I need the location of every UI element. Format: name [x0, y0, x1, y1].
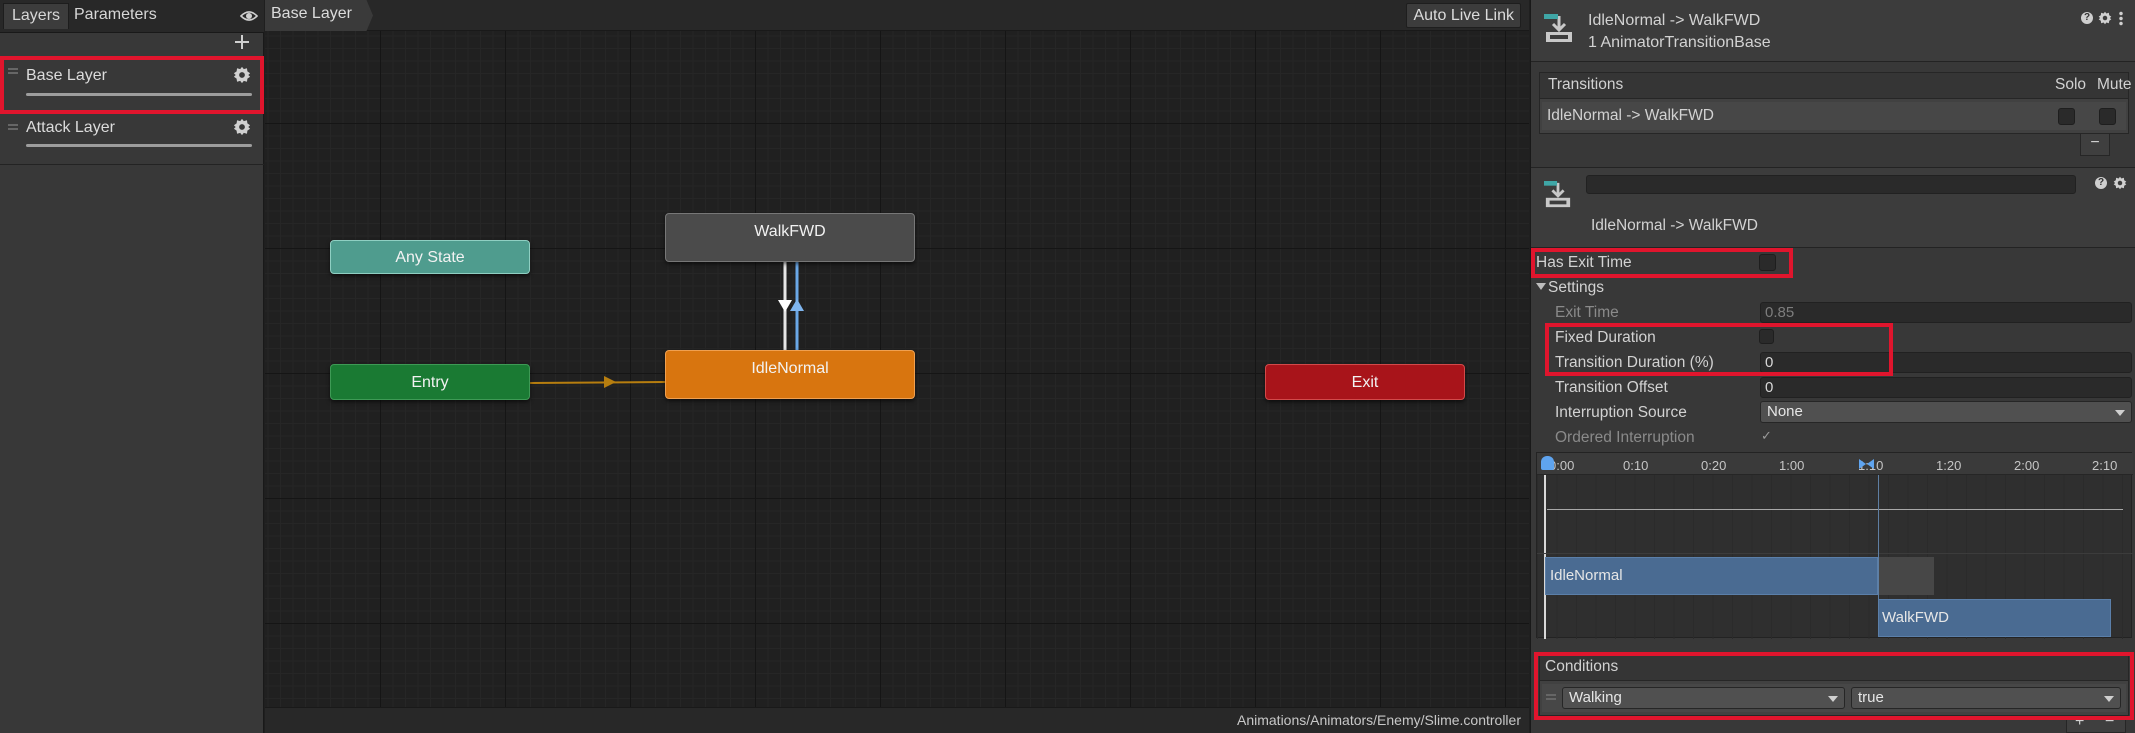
to-state-label: WalkFWD — [1882, 609, 1949, 626]
gear-icon[interactable] — [233, 118, 251, 136]
tab-layers[interactable]: Layers — [3, 3, 70, 29]
exit-time-field[interactable]: 0.85 — [1760, 302, 2132, 323]
timeline-tick: 1:20 — [1936, 458, 1962, 473]
mute-header: Mute — [2097, 76, 2132, 93]
idlenormal-state-node[interactable]: IdleNormal — [665, 350, 915, 399]
inspector-subtitle: 1 AnimatorTransitionBase — [1588, 34, 1771, 51]
timeline-tick: 1:00 — [1779, 458, 1805, 473]
parameter-curve — [1547, 509, 2123, 510]
layer-name: Attack Layer — [26, 119, 115, 136]
interruption-source-dropdown[interactable]: None — [1760, 401, 2132, 423]
mute-checkbox[interactable] — [2099, 108, 2116, 125]
timeline-tick: 0:10 — [1623, 458, 1649, 473]
layers-panel: Layers Parameters Base Layer Attack Laye… — [0, 0, 264, 733]
left-panel-tabbar: Layers Parameters — [0, 0, 264, 33]
transition-name-label: IdleNormal -> WalkFWD — [1591, 217, 1758, 234]
highlight-box — [1545, 323, 1893, 376]
any-state-node[interactable]: Any State — [330, 240, 530, 274]
inspector-title: IdleNormal -> WalkFWD — [1588, 12, 1761, 29]
ordered-interruption-checkmark-icon[interactable]: ✓ — [1761, 428, 1776, 443]
transition-offset-field[interactable]: 0 — [1760, 377, 2132, 398]
asset-path: Animations/Animators/Enemy/Slime.control… — [1237, 712, 1521, 728]
exit-time-label: Exit Time — [1555, 304, 1619, 321]
transition-end-marker-icon[interactable] — [1867, 459, 1874, 469]
from-state-label: IdleNormal — [1550, 567, 1623, 584]
help-icon[interactable]: ? — [2095, 177, 2107, 189]
transitions-list-header: Transitions Solo Mute — [1539, 72, 2132, 98]
timeline-tick: 2:10 — [2092, 458, 2118, 473]
inspector-panel: IdleNormal -> WalkFWD 1 AnimatorTransiti… — [1530, 0, 2135, 733]
divider — [0, 164, 264, 165]
timeline-ruler: 0:00 0:10 0:20 1:00 1:10 1:20 2:00 2:10 — [1537, 453, 2133, 475]
transition-row[interactable]: IdleNormal -> WalkFWD — [1542, 102, 2126, 130]
transition-detail-header: ? IdleNormal -> WalkFWD — [1531, 167, 2135, 248]
transition-asset-icon — [1544, 14, 1572, 42]
add-layer-plus-icon[interactable] — [233, 33, 251, 51]
interruption-source-value: None — [1767, 403, 1803, 420]
transition-start-line — [1878, 475, 1879, 599]
timeline-tick: 2:00 — [2014, 458, 2040, 473]
divider — [1537, 553, 2133, 554]
more-options-icon[interactable] — [2119, 11, 2123, 26]
transition-offset-label: Transition Offset — [1555, 379, 1668, 396]
transitions-list: IdleNormal -> WalkFWD — [1539, 98, 2129, 134]
animator-graph[interactable]: Base Layer Auto Live Link Any State Entr… — [265, 0, 1529, 733]
from-state-tail — [1878, 557, 1934, 595]
highlight-box — [1534, 652, 2134, 720]
transition-asset-icon — [1544, 181, 1571, 208]
highlight-box — [0, 56, 264, 114]
from-state-bar[interactable]: IdleNormal — [1545, 557, 1878, 595]
asset-path-bar: Animations/Animators/Enemy/Slime.control… — [265, 707, 1529, 733]
settings-foldout-label[interactable]: Settings — [1548, 279, 1604, 297]
foldout-arrow-icon[interactable] — [1536, 283, 1546, 290]
settings-icon[interactable] — [2098, 11, 2112, 25]
exit-node[interactable]: Exit — [1265, 364, 1465, 400]
help-icon[interactable]: ? — [2081, 12, 2093, 24]
timeline-tick: 0:20 — [1701, 458, 1727, 473]
eye-icon[interactable] — [240, 9, 258, 23]
transitions-header: Transitions — [1548, 76, 1624, 93]
ordered-interruption-label: Ordered Interruption — [1555, 429, 1695, 446]
drag-handle-icon[interactable] — [8, 124, 18, 130]
interruption-source-label: Interruption Source — [1555, 404, 1687, 421]
playhead-marker-icon[interactable] — [1541, 456, 1554, 470]
transition-start-marker-icon[interactable] — [1859, 459, 1866, 469]
transition-timeline[interactable]: 0:00 0:10 0:20 1:00 1:10 1:20 2:00 2:10 … — [1536, 452, 2133, 639]
solo-checkbox[interactable] — [2058, 108, 2075, 125]
walkfwd-state-node[interactable]: WalkFWD — [665, 213, 915, 262]
tab-parameters[interactable]: Parameters — [66, 3, 165, 29]
entry-node[interactable]: Entry — [330, 364, 530, 400]
remove-transition-button[interactable]: − — [2080, 134, 2110, 156]
to-state-bar[interactable]: WalkFWD — [1878, 599, 2111, 637]
solo-header: Solo — [2055, 76, 2087, 93]
transition-name-field[interactable] — [1586, 175, 2076, 194]
inspector-header: IdleNormal -> WalkFWD 1 AnimatorTransiti… — [1531, 0, 2135, 62]
layer-weight-bar — [26, 144, 252, 147]
settings-icon[interactable] — [2113, 176, 2127, 190]
transition-row-label: IdleNormal -> WalkFWD — [1547, 107, 1714, 124]
highlight-box — [1531, 248, 1793, 278]
chevron-down-icon — [2115, 410, 2125, 416]
